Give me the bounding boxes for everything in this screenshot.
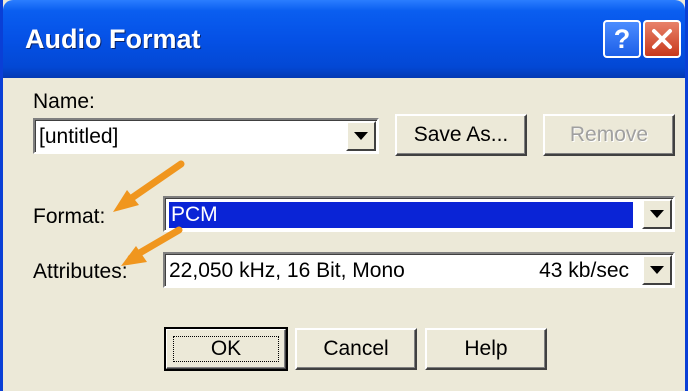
format-value: PCM: [169, 202, 633, 228]
name-value: [untitled]: [39, 125, 119, 148]
format-callout-arrow-icon: [113, 160, 185, 212]
ok-label: OK: [210, 337, 242, 360]
attributes-callout-arrow-icon: [121, 226, 183, 266]
help-button[interactable]: Help: [425, 328, 547, 370]
chevron-down-icon: [650, 266, 664, 274]
format-dropdown-button[interactable]: [642, 199, 672, 229]
window-title: Audio Format: [25, 24, 201, 54]
chevron-down-icon: [354, 132, 368, 140]
attributes-label: Attributes:: [33, 260, 128, 283]
format-label: Format:: [33, 205, 106, 228]
bitrate-value: 43 kb/sec: [539, 259, 629, 282]
close-icon: [652, 29, 672, 49]
chevron-down-icon: [650, 210, 664, 218]
help-icon: ?: [613, 23, 631, 54]
attributes-dropdown-button[interactable]: [642, 255, 672, 285]
name-dropdown-button[interactable]: [346, 121, 376, 151]
attributes-combo[interactable]: 22,050 kHz, 16 Bit, Mono 43 kb/sec: [163, 252, 675, 288]
ok-button[interactable]: OK: [164, 327, 288, 371]
remove-button[interactable]: Remove: [543, 114, 675, 156]
format-combo[interactable]: PCM: [163, 196, 675, 232]
remove-label: Remove: [569, 123, 649, 146]
cancel-label: Cancel: [323, 337, 389, 360]
help-titlebar-button[interactable]: ?: [603, 20, 641, 58]
name-label: Name:: [33, 90, 95, 113]
name-combo[interactable]: [untitled]: [33, 118, 379, 154]
save-as-button[interactable]: Save As...: [395, 114, 527, 156]
help-label: Help: [464, 337, 508, 360]
save-as-label: Save As...: [413, 123, 509, 146]
cancel-button[interactable]: Cancel: [295, 328, 417, 370]
audio-format-dialog: Audio Format ? Name: [untitled] Save As.…: [0, 0, 688, 391]
close-button[interactable]: [643, 20, 681, 58]
title-bar[interactable]: Audio Format ?: [3, 0, 685, 78]
